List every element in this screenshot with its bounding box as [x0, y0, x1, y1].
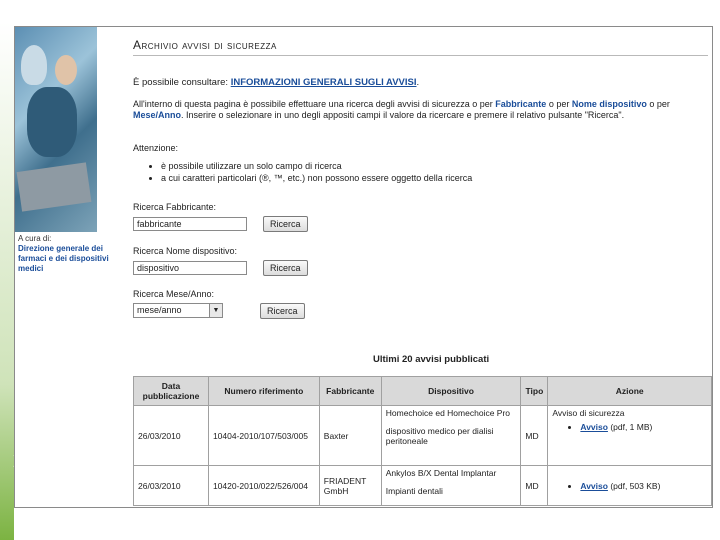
- search-instructions: All'interno di questa pagina è possibile…: [133, 99, 670, 120]
- curator-block: A cura di: Direzione generale dei farmac…: [18, 234, 118, 274]
- month-year-select[interactable]: mese/anno ▼: [133, 303, 223, 318]
- column-header: Data pubblicazione: [133, 376, 209, 406]
- browser-page-frame: A cura di: Direzione generale dei farmac…: [14, 26, 713, 508]
- cell-ref: 10420-2010/022/526/004: [207, 465, 320, 506]
- device-search-input[interactable]: dispositivo: [133, 261, 247, 275]
- notice-pdf-link[interactable]: Avviso: [580, 422, 608, 432]
- curator-prefix: A cura di:: [18, 234, 52, 243]
- list-item: a cui caratteri particolari (®, ™, etc.)…: [161, 172, 472, 184]
- cell-date: 26/03/2010: [133, 465, 209, 506]
- latest-notices-caption: Ultimi 20 avvisi pubblicati: [373, 354, 490, 365]
- slide-top-band: [0, 0, 720, 22]
- notices-table: Data pubblicazione Numero riferimento Fa…: [133, 376, 712, 506]
- curator-department-link[interactable]: Direzione generale dei farmaci e dei dis…: [18, 244, 118, 274]
- table-header-row: Data pubblicazione Numero riferimento Fa…: [133, 376, 712, 406]
- cell-action: Avviso di sicurezza Avviso (pdf, 1 MB): [547, 405, 712, 466]
- cell-manufacturer: FRIADENT GmbH: [318, 465, 382, 506]
- main-content: Archivio avvisi di sicurezza È possibile…: [133, 27, 712, 507]
- chevron-down-icon[interactable]: ▼: [209, 304, 222, 317]
- cell-manufacturer: Baxter: [318, 405, 382, 466]
- column-header: Fabbricante: [318, 376, 382, 406]
- notice-pdf-link[interactable]: Avviso: [580, 481, 608, 491]
- manufacturer-search-input[interactable]: fabbricante: [133, 217, 247, 231]
- cell-action: Avviso (pdf, 503 KB): [547, 465, 712, 506]
- manufacturer-search-button[interactable]: Ricerca: [263, 216, 308, 232]
- month-search-label: Ricerca Mese/Anno:: [133, 289, 215, 299]
- title-divider: [133, 55, 708, 56]
- surgery-photo: [15, 27, 97, 232]
- attention-label: Attenzione:: [133, 143, 179, 153]
- device-search-button[interactable]: Ricerca: [263, 260, 308, 276]
- attention-list: è possibile utilizzare un solo campo di …: [149, 160, 472, 184]
- cell-type: MD: [520, 405, 549, 466]
- intro-paragraph: È possibile consultare: INFORMAZIONI GEN…: [133, 77, 420, 88]
- table-row: 26/03/2010 10404-2010/107/503/005 Baxter…: [133, 405, 712, 466]
- column-header: Azione: [547, 376, 712, 406]
- column-header: Numero riferimento: [207, 376, 320, 406]
- cell-device: Ankylos B/X Dental Implantar Impianti de…: [380, 465, 522, 506]
- device-search-label: Ricerca Nome dispositivo:: [133, 246, 238, 256]
- list-item: è possibile utilizzare un solo campo di …: [161, 160, 472, 172]
- general-info-link[interactable]: INFORMAZIONI GENERALI SUGLI AVVISI: [231, 77, 417, 88]
- cell-device: Homechoice ed Homechoice Pro dispositivo…: [380, 405, 522, 466]
- manufacturer-search-label: Ricerca Fabbricante:: [133, 202, 217, 212]
- intro-text: È possibile consultare:: [133, 77, 229, 88]
- column-header: Dispositivo: [380, 376, 522, 406]
- cell-date: 26/03/2010: [133, 405, 209, 466]
- column-header: Tipo: [520, 376, 549, 406]
- table-row: 26/03/2010 10420-2010/022/526/004 FRIADE…: [133, 465, 712, 506]
- cell-type: MD: [520, 465, 549, 506]
- page-title: Archivio avvisi di sicurezza: [133, 38, 277, 52]
- month-search-button[interactable]: Ricerca: [260, 303, 305, 319]
- cell-ref: 10404-2010/107/503/005: [207, 405, 320, 466]
